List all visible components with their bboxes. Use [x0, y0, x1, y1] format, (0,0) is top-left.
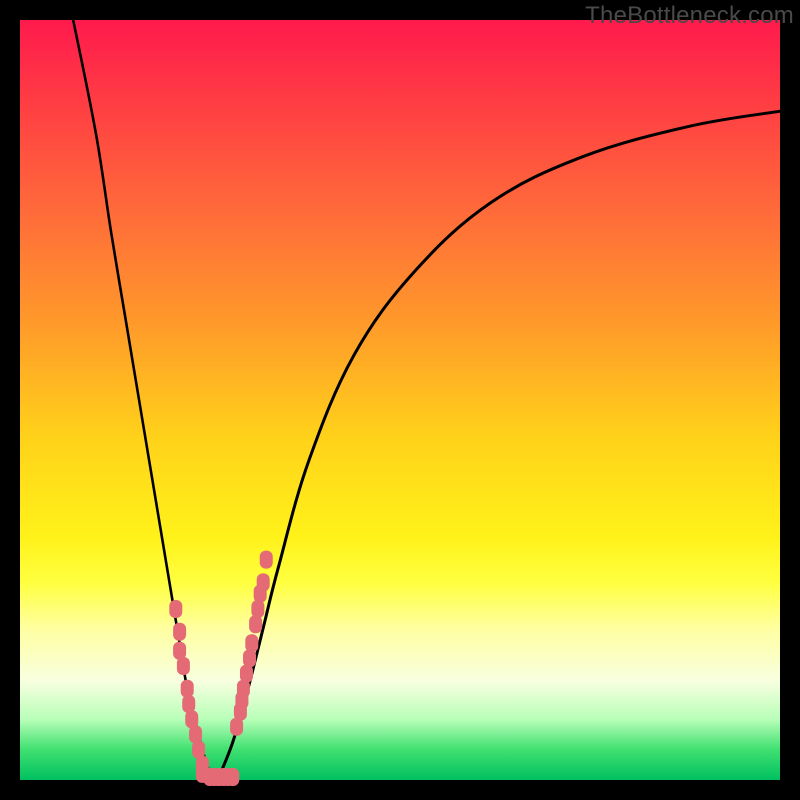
- bead-marker: [243, 649, 256, 667]
- watermark-label: TheBottleneck.com: [585, 2, 794, 30]
- bead-marker: [260, 551, 273, 569]
- bead-marker: [177, 657, 190, 675]
- bead-marker: [249, 615, 262, 633]
- chart-frame: TheBottleneck.com: [0, 0, 800, 800]
- bead-marker: [226, 768, 239, 786]
- bead-marker: [173, 623, 186, 641]
- curve-right: [218, 111, 780, 780]
- bead-marker: [257, 573, 270, 591]
- curve-left: [73, 20, 217, 780]
- bead-marker: [169, 600, 182, 618]
- bead-marker: [245, 634, 258, 652]
- bead-marker: [251, 600, 264, 618]
- bead-layer: [169, 551, 272, 786]
- chart-svg: [20, 20, 780, 780]
